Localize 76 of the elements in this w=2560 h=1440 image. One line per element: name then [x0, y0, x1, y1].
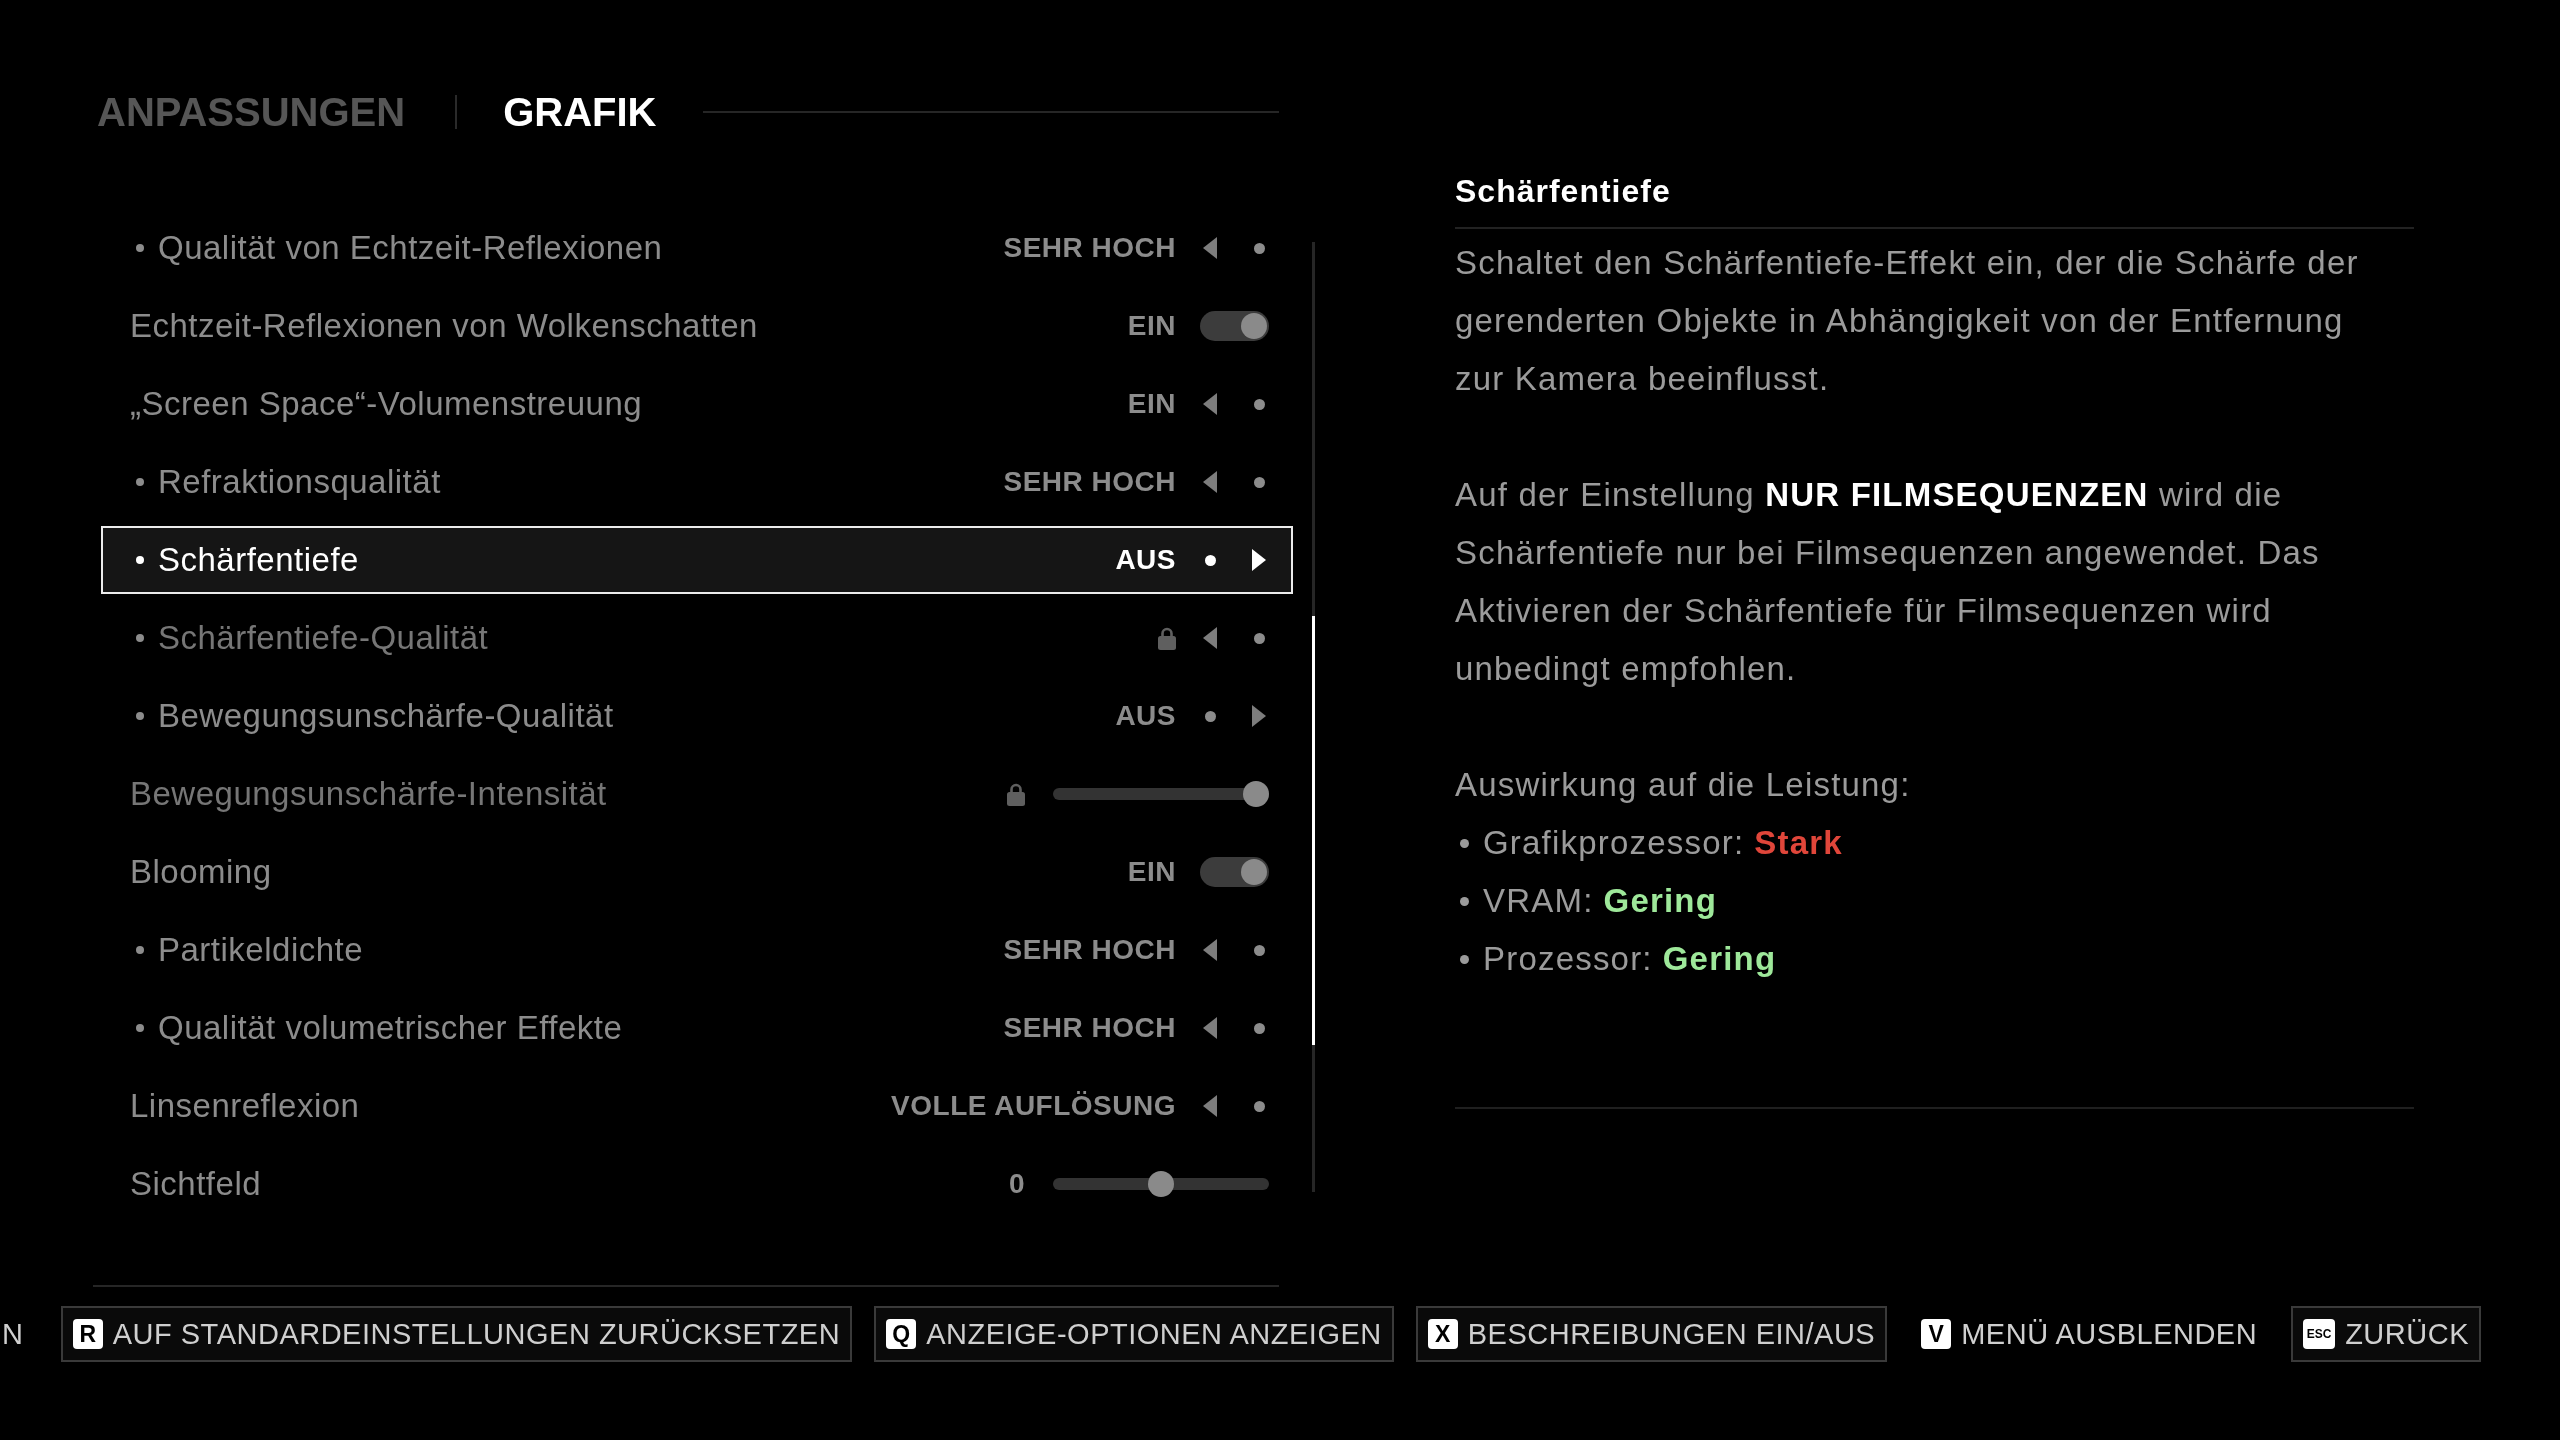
setting-label: Qualität volumetrischer Effekte: [158, 1009, 623, 1047]
setting-row[interactable]: Linsenreflexion VOLLE AUFLÖSUNG: [101, 1072, 1293, 1140]
impact-label: VRAM:: [1483, 882, 1594, 920]
setting-label: Sichtfeld: [130, 1165, 262, 1203]
footer-button[interactable]: R AUF STANDARDEINSTELLUNGEN ZURÜCKSETZEN: [60, 1306, 853, 1362]
setting-label: Echtzeit-Reflexionen von Wolkenschatten: [130, 307, 758, 345]
impact-label: Prozessor:: [1483, 940, 1653, 978]
setting-label: Partikeldichte: [158, 931, 364, 969]
footer-button[interactable]: Q ANZEIGE-OPTIONEN ANZEIGEN: [874, 1306, 1394, 1362]
setting-value: SEHR HOCH: [1003, 232, 1176, 264]
toggle-switch[interactable]: [1200, 857, 1269, 887]
setting-value: VOLLE AUFLÖSUNG: [891, 1090, 1176, 1122]
bullet-icon: [1460, 838, 1469, 848]
setting-label: Bewegungsunschärfe-Qualität: [158, 697, 614, 735]
setting-row[interactable]: Echtzeit-Reflexionen von Wolkenschatten EIN: [101, 292, 1293, 360]
impact-value: Stark: [1754, 824, 1843, 862]
setting-label: Refraktionsqualität: [158, 463, 441, 501]
impact-label: Grafikprozessor:: [1483, 824, 1745, 862]
setting-value: EIN: [1127, 388, 1176, 420]
footer-button[interactable]: X BESCHREIBUNGEN EIN/AUS: [1415, 1306, 1888, 1362]
setting-row[interactable]: Bewegungsunschärfe-Intensität: [101, 760, 1293, 828]
setting-value: 0: [1008, 1168, 1025, 1200]
setting-value: AUS: [1115, 544, 1176, 576]
tab[interactable]: GRAFIK: [503, 89, 657, 135]
left-arrow-icon[interactable]: [1203, 1017, 1217, 1039]
setting-row[interactable]: Schärfentiefe AUS: [101, 526, 1293, 594]
setting-value: AUS: [1115, 700, 1176, 732]
footer-button[interactable]: N: [0, 1306, 36, 1362]
impact-value: Gering: [1603, 882, 1718, 920]
description-title: Schärfentiefe: [1455, 171, 2414, 229]
left-arrow-icon[interactable]: [1203, 471, 1217, 493]
setting-label: Schärfentiefe-Qualität: [158, 619, 489, 657]
setting-label: „Screen Space“-Volumenstreuung: [130, 385, 643, 423]
setting-row[interactable]: Sichtfeld 0: [101, 1150, 1293, 1218]
description-text: Schaltet den Schärfentiefe-Effekt ein, der die Schärfe der gerenderten Objekte in Abhängigkeit von der Entfernung zur Kamera beeinflusst.: [1455, 243, 2360, 399]
scrollbar[interactable]: [1312, 242, 1315, 1192]
setting-label: Blooming: [130, 853, 272, 891]
keyboard-key: R: [72, 1319, 103, 1349]
bullet-icon: [1460, 954, 1469, 964]
left-arrow-icon[interactable]: [1203, 1095, 1217, 1117]
setting-label: Linsenreflexion: [130, 1087, 360, 1125]
setting-value: SEHR HOCH: [1003, 466, 1176, 498]
setting-value: EIN: [1127, 310, 1176, 342]
setting-value: SEHR HOCH: [1003, 934, 1176, 966]
toggle-switch[interactable]: [1200, 311, 1269, 341]
right-arrow-icon[interactable]: [1252, 549, 1266, 571]
keyboard-key: Q: [886, 1319, 917, 1349]
setting-row[interactable]: Bewegungsunschärfe-Qualität AUS: [101, 682, 1293, 750]
left-arrow-icon[interactable]: [1203, 237, 1217, 259]
setting-row[interactable]: Blooming EIN: [101, 838, 1293, 906]
setting-label: Qualität von Echtzeit-Reflexionen: [158, 229, 663, 267]
setting-value: SEHR HOCH: [1003, 1012, 1176, 1044]
footer-button[interactable]: ESC ZURÜCK: [2291, 1306, 2481, 1362]
slider-thumb[interactable]: [1243, 781, 1269, 807]
impact-value: Gering: [1662, 940, 1777, 978]
setting-row[interactable]: Qualität von Echtzeit-Reflexionen SEHR HOCH: [101, 214, 1293, 282]
slider-thumb[interactable]: [1148, 1171, 1174, 1197]
scroll-thumb[interactable]: [1312, 616, 1315, 1045]
left-arrow-icon[interactable]: [1203, 627, 1217, 649]
setting-row[interactable]: Schärfentiefe-Qualität: [101, 604, 1293, 672]
left-arrow-icon[interactable]: [1203, 939, 1217, 961]
footer-button[interactable]: V MENÜ AUSBLENDEN: [1909, 1306, 2270, 1362]
setting-label: Bewegungsunschärfe-Intensität: [130, 775, 607, 813]
setting-row[interactable]: „Screen Space“-Volumenstreuung EIN: [101, 370, 1293, 438]
keyboard-key: X: [1427, 1319, 1458, 1349]
keyboard-key: ESC: [2303, 1319, 2336, 1349]
left-arrow-icon[interactable]: [1203, 393, 1217, 415]
setting-value: EIN: [1127, 856, 1176, 888]
setting-row[interactable]: Refraktionsqualität SEHR HOCH: [101, 448, 1293, 516]
bullet-icon: [1460, 896, 1469, 906]
description-text: Auf der Einstellung NUR FILMSEQUENZEN wird die Schärfentiefe nur bei Filmsequenzen angewendet. Das Aktivieren der Schärfentiefe für Filmsequenzen wird unbedingt empfohlen.: [1455, 475, 2321, 689]
keyboard-key: V: [1921, 1319, 1952, 1349]
impact-heading: Auswirkung auf die Leistung:: [1455, 765, 1912, 805]
setting-row[interactable]: Qualität volumetrischer Effekte SEHR HOCH: [101, 994, 1293, 1062]
setting-label: Schärfentiefe: [158, 541, 359, 579]
setting-row[interactable]: Partikeldichte SEHR HOCH: [101, 916, 1293, 984]
